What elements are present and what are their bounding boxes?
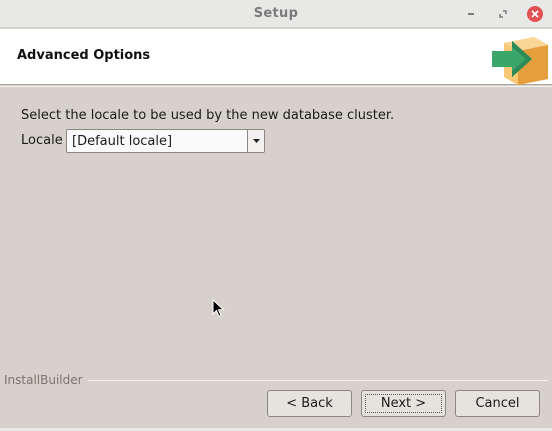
page-title: Advanced Options — [17, 48, 151, 63]
next-button[interactable]: Next > — [361, 390, 446, 417]
locale-instruction: Select the locale to be used by the new … — [21, 108, 395, 123]
header-separator — [0, 86, 552, 87]
maximize-icon — [499, 10, 507, 18]
page-header: Advanced Options — [0, 29, 552, 85]
locale-label: Locale — [21, 133, 63, 148]
locale-dropdown-button[interactable] — [247, 130, 264, 152]
close-icon — [531, 10, 539, 18]
mouse-pointer-icon — [212, 299, 225, 318]
dropdown-arrow-icon — [252, 139, 260, 143]
installbuilder-brand: InstallBuilder — [4, 373, 87, 387]
focus-ring — [365, 394, 442, 413]
installer-box-icon — [492, 37, 548, 85]
cancel-button[interactable]: Cancel — [455, 390, 540, 417]
locale-select[interactable]: [Default locale] — [66, 129, 265, 153]
minimize-icon — [468, 13, 474, 15]
footer-separator — [88, 380, 548, 381]
maximize-button[interactable] — [495, 6, 511, 22]
setup-window: Setup Advanced Options Select the locale… — [0, 0, 552, 431]
back-button[interactable]: < Back — [267, 390, 352, 417]
minimize-button[interactable] — [463, 6, 479, 22]
close-button[interactable] — [527, 6, 543, 22]
locale-selected-value: [Default locale] — [72, 134, 173, 149]
title-bar[interactable]: Setup — [0, 0, 552, 28]
